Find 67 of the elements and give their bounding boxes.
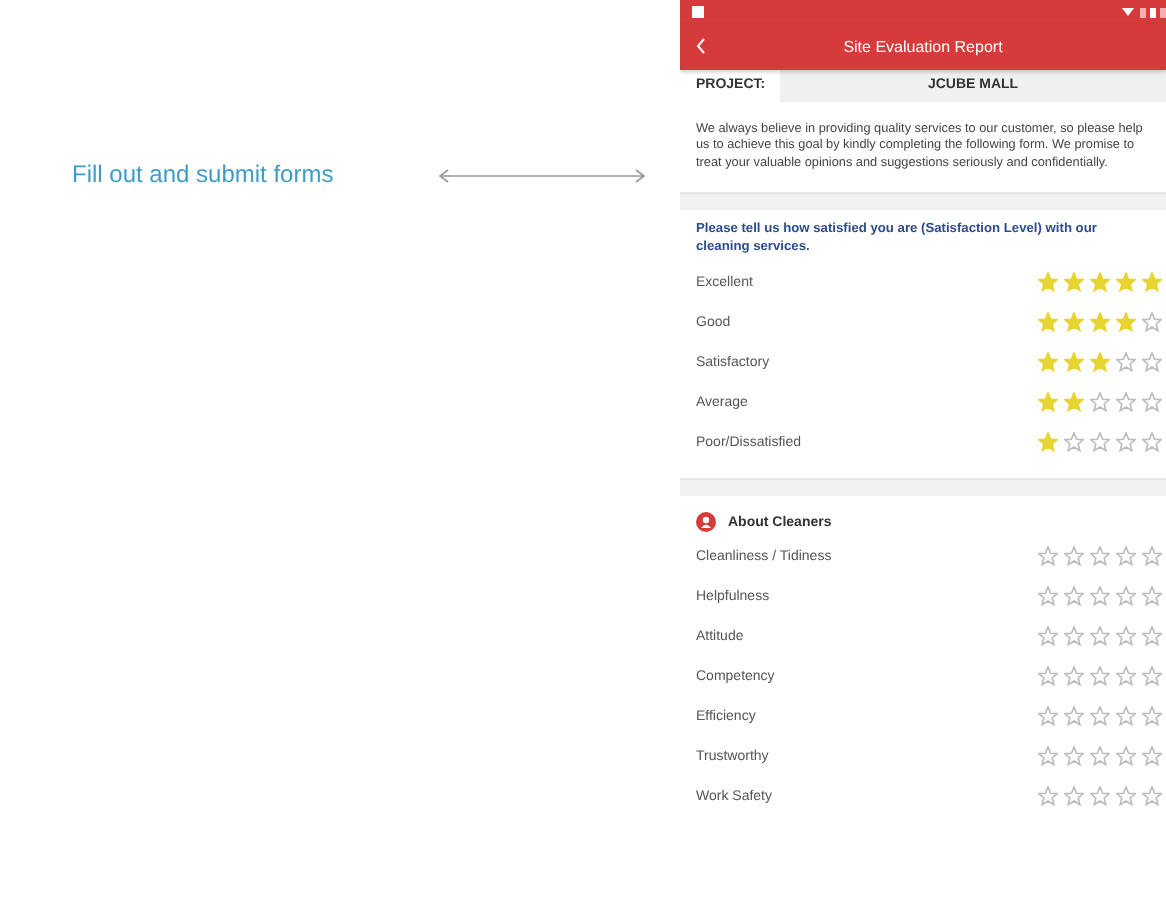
empty-star-icon[interactable] [1090, 546, 1110, 567]
empty-star-icon[interactable] [1038, 666, 1058, 687]
empty-star-icon[interactable] [1142, 746, 1162, 767]
empty-star-icon[interactable] [1116, 392, 1136, 413]
empty-star-icon[interactable] [1038, 786, 1058, 807]
status-icons [1122, 5, 1166, 19]
empty-star-icon[interactable] [1090, 626, 1110, 647]
screen-title: Site Evaluation Report [843, 38, 1003, 56]
empty-star-icon[interactable] [1038, 586, 1058, 607]
filled-star-icon[interactable] [1064, 392, 1084, 413]
empty-star-icon[interactable] [1116, 706, 1136, 727]
empty-star-icon[interactable] [1142, 586, 1162, 607]
empty-star-icon[interactable] [1038, 546, 1058, 567]
filled-star-icon[interactable] [1064, 352, 1084, 373]
empty-star-icon[interactable] [1142, 392, 1162, 413]
empty-star-icon[interactable] [1116, 666, 1136, 687]
empty-star-icon[interactable] [1142, 352, 1162, 373]
filled-star-icon[interactable] [1064, 272, 1084, 293]
filled-star-icon[interactable] [1142, 272, 1162, 293]
double-arrow-icon [437, 168, 646, 184]
empty-star-icon[interactable] [1064, 666, 1084, 687]
filled-star-icon[interactable] [1038, 272, 1058, 293]
empty-star-icon[interactable] [1116, 352, 1136, 373]
empty-star-icon[interactable] [1090, 586, 1110, 607]
filled-star-icon[interactable] [1038, 432, 1058, 453]
empty-star-icon[interactable] [1038, 746, 1058, 767]
empty-star-icon[interactable] [1064, 626, 1084, 647]
filled-star-icon[interactable] [1116, 312, 1136, 333]
empty-star-icon[interactable] [1142, 546, 1162, 567]
filled-star-icon[interactable] [1090, 312, 1110, 333]
empty-star-icon[interactable] [1116, 546, 1136, 567]
empty-star-icon[interactable] [1142, 786, 1162, 807]
empty-star-icon[interactable] [1090, 746, 1110, 767]
empty-star-icon[interactable] [1142, 666, 1162, 687]
empty-star-icon[interactable] [1064, 546, 1084, 567]
empty-star-icon[interactable] [1142, 432, 1162, 453]
empty-star-icon[interactable] [1090, 432, 1110, 453]
empty-star-icon[interactable] [1142, 706, 1162, 727]
notification-icon [692, 6, 704, 18]
filled-star-icon[interactable] [1038, 312, 1058, 333]
filled-star-icon[interactable] [1038, 352, 1058, 373]
filled-star-icon[interactable] [1090, 352, 1110, 373]
empty-star-icon[interactable] [1116, 626, 1136, 647]
empty-star-icon[interactable] [1064, 706, 1084, 727]
person-icon [696, 512, 716, 533]
filled-star-icon[interactable] [1064, 312, 1084, 333]
filled-star-icon[interactable] [1090, 272, 1110, 293]
empty-star-icon[interactable] [1064, 746, 1084, 767]
empty-star-icon[interactable] [1116, 746, 1136, 767]
empty-star-icon[interactable] [1064, 786, 1084, 807]
empty-star-icon[interactable] [1064, 586, 1084, 607]
empty-star-icon[interactable] [1064, 432, 1084, 453]
empty-star-icon[interactable] [1142, 312, 1162, 333]
empty-star-icon[interactable] [1116, 432, 1136, 453]
empty-star-icon[interactable] [1090, 786, 1110, 807]
filled-star-icon[interactable] [1038, 392, 1058, 413]
empty-star-icon[interactable] [1142, 626, 1162, 647]
empty-star-icon[interactable] [1090, 706, 1110, 727]
filled-star-icon[interactable] [1116, 272, 1136, 293]
empty-star-icon[interactable] [1116, 586, 1136, 607]
empty-star-icon[interactable] [1038, 626, 1058, 647]
caption: Fill out and submit forms [72, 160, 334, 188]
empty-star-icon[interactable] [1038, 706, 1058, 727]
empty-star-icon[interactable] [1090, 392, 1110, 413]
empty-star-icon[interactable] [1090, 666, 1110, 687]
empty-star-icon[interactable] [1116, 786, 1136, 807]
back-icon[interactable] [696, 38, 706, 54]
